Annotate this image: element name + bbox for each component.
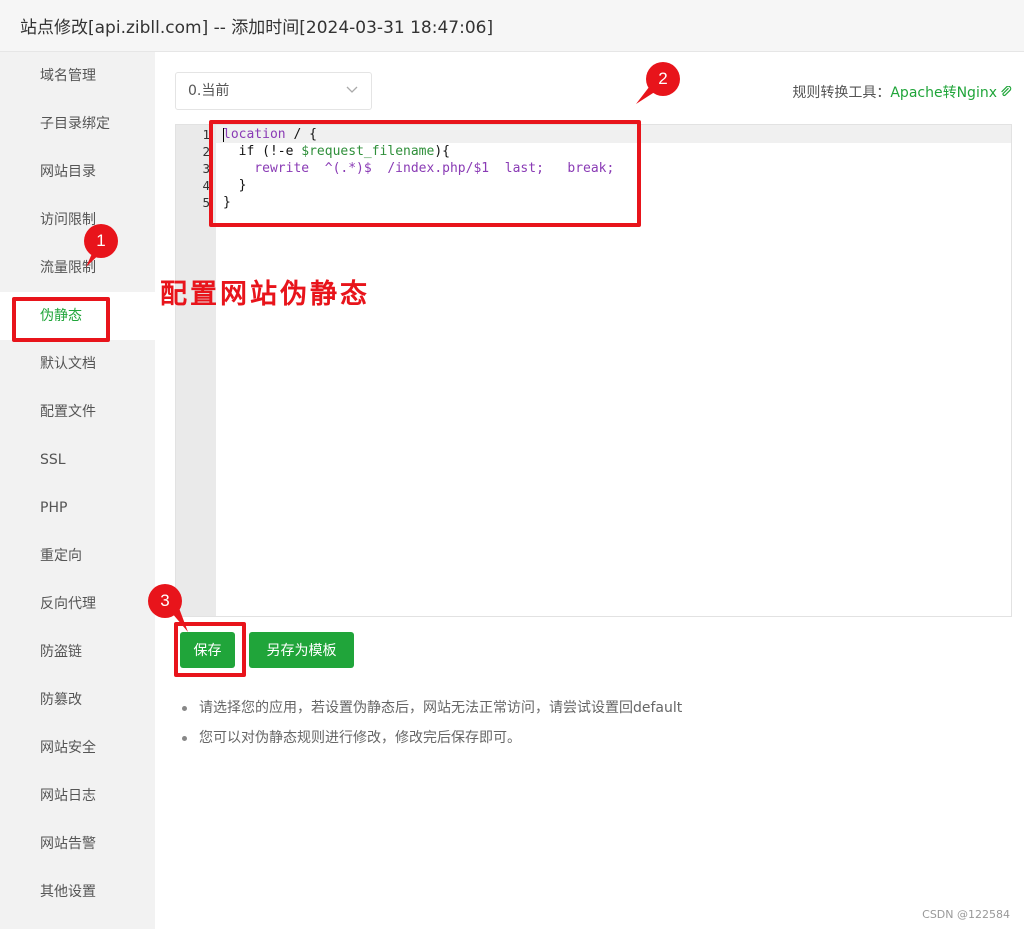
sidebar-item-reverse-proxy[interactable]: 反向代理 <box>0 580 155 628</box>
tip-item: 您可以对伪静态规则进行修改，修改完后保存即可。 <box>180 728 682 758</box>
annotation-text: 配置网站伪静态 <box>160 279 370 310</box>
sidebar-item-domain[interactable]: 域名管理 <box>0 52 155 100</box>
sidebar-item-site-directory[interactable]: 网站目录 <box>0 148 155 196</box>
line-number: 2 <box>202 144 210 159</box>
annotation-badge-2: 2 <box>646 62 680 96</box>
sidebar-item-site-alert[interactable]: 网站告警 <box>0 820 155 868</box>
sidebar-item-ssl[interactable]: SSL <box>0 436 155 484</box>
sidebar-item-default-doc[interactable]: 默认文档 <box>0 340 155 388</box>
watermark: CSDN @122584 <box>922 908 1010 921</box>
sidebar-item-traffic-limit[interactable]: 流量限制 <box>0 244 155 292</box>
tips-list: 请选择您的应用，若设置伪静态后，网站无法正常访问，请尝试设置回default 您… <box>180 698 682 758</box>
chevron-down-icon <box>346 86 358 93</box>
apache-to-nginx-link[interactable]: Apache转Nginx <box>890 85 997 101</box>
sidebar-item-tamper-proof[interactable]: 防篡改 <box>0 676 155 724</box>
annotation-badge-3: 3 <box>148 584 182 618</box>
line-number: 1 <box>202 127 210 142</box>
sidebar-item-redirect[interactable]: 重定向 <box>0 532 155 580</box>
sidebar-item-config-file[interactable]: 配置文件 <box>0 388 155 436</box>
link-icon <box>1001 86 1012 97</box>
tool-label: 规则转换工具： <box>792 85 891 101</box>
sidebar-item-other-settings[interactable]: 其他设置 <box>0 868 155 916</box>
rewrite-template-select[interactable]: 0.当前 <box>175 72 372 110</box>
annotation-badge-1: 1 <box>84 224 118 258</box>
save-as-template-button[interactable]: 另存为模板 <box>249 632 354 668</box>
line-number: 5 <box>202 195 210 210</box>
sidebar-item-access-limit[interactable]: 访问限制 <box>0 196 155 244</box>
rule-conversion-tool: 规则转换工具：Apache转Nginx <box>792 82 1012 102</box>
sidebar-item-php[interactable]: PHP <box>0 484 155 532</box>
dialog-titlebar: 站点修改[api.zibll.com] -- 添加时间[2024-03-31 1… <box>0 0 1024 52</box>
sidebar-item-subdirectory[interactable]: 子目录绑定 <box>0 100 155 148</box>
line-number: 3 <box>202 161 210 176</box>
annotation-box-rewrite-menu <box>12 297 110 342</box>
annotation-box-code <box>209 120 641 227</box>
dialog-title: 站点修改[api.zibll.com] -- 添加时间[2024-03-31 1… <box>20 18 494 38</box>
sidebar-item-site-log[interactable]: 网站日志 <box>0 772 155 820</box>
sidebar-item-site-security[interactable]: 网站安全 <box>0 724 155 772</box>
tip-item: 请选择您的应用，若设置伪静态后，网站无法正常访问，请尝试设置回default <box>180 698 682 728</box>
select-value: 0.当前 <box>188 83 230 99</box>
line-number: 4 <box>202 178 210 193</box>
sidebar-item-hotlink[interactable]: 防盗链 <box>0 628 155 676</box>
sidebar: 域名管理 子目录绑定 网站目录 访问限制 流量限制 伪静态 默认文档 配置文件 … <box>0 52 155 929</box>
